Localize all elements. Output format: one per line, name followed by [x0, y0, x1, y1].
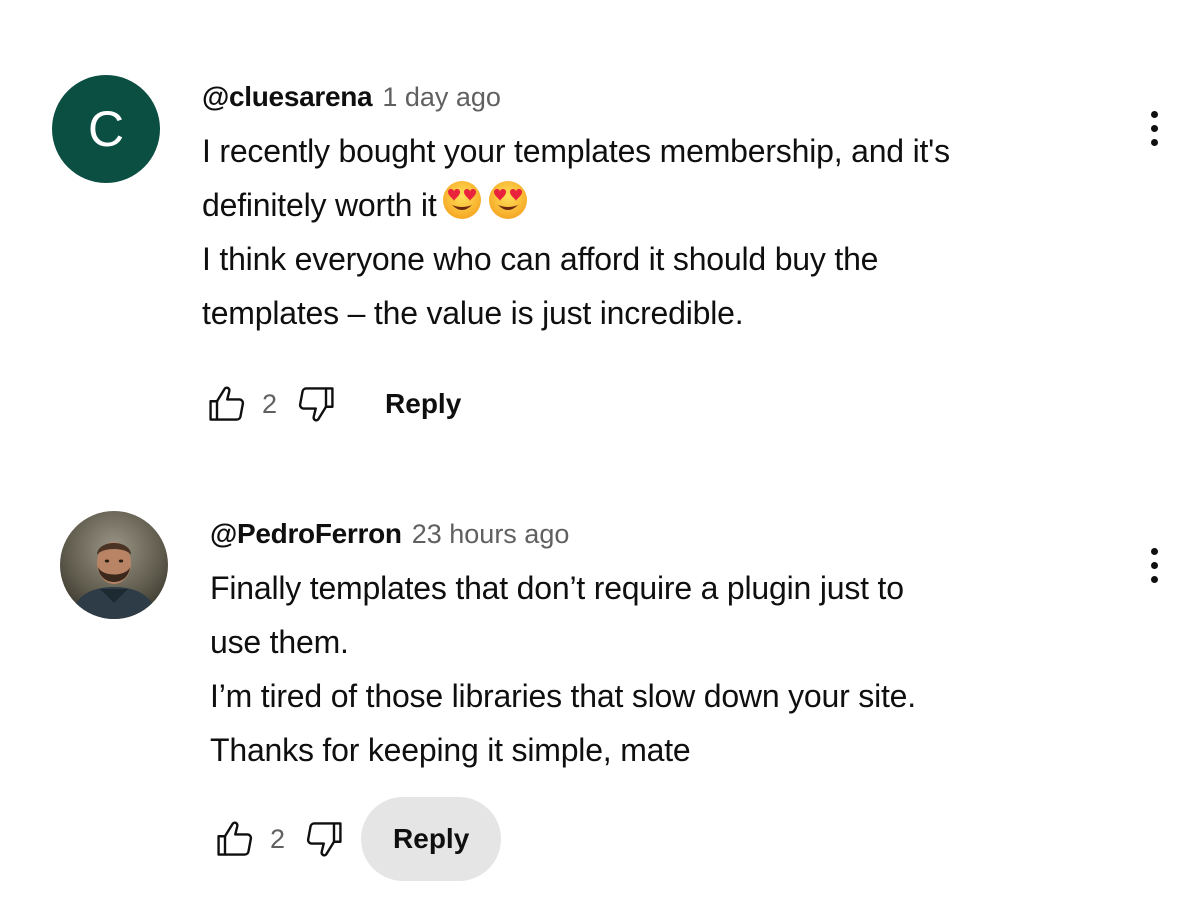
- comment-text-line: Thanks for keeping it simple, mate: [210, 732, 691, 768]
- comment-text-line: I recently bought your templates members…: [202, 133, 950, 169]
- dislike-button[interactable]: [289, 378, 341, 430]
- comment-text: Finally templates that don’t require a p…: [210, 561, 1140, 777]
- thumb-up-outline-icon: [209, 386, 245, 421]
- like-count: 2: [270, 823, 286, 854]
- comment-timestamp[interactable]: 23 hours ago: [412, 519, 570, 550]
- kebab-dot: [1150, 575, 1158, 583]
- dislike-button[interactable]: [297, 813, 349, 865]
- heart-eyes-emoji-icon: [487, 179, 529, 237]
- comment-timestamp[interactable]: 1 day ago: [382, 82, 501, 113]
- more-vert-icon[interactable]: [1139, 98, 1169, 158]
- kebab-dot: [1150, 124, 1158, 132]
- comment-text-fragment: definitely worth it: [202, 187, 437, 223]
- avatar[interactable]: C: [52, 75, 160, 183]
- comment-body: @cluesarena 1 day ago I recently bought …: [202, 70, 1132, 422]
- comment-text-line: I’m tired of those libraries that slow d…: [210, 678, 916, 714]
- avatar-letter: C: [87, 101, 125, 157]
- kebab-dot: [1150, 110, 1158, 118]
- comment-text-line: definitely worth it: [202, 178, 1132, 232]
- author-name[interactable]: @PedroFerron: [210, 518, 402, 550]
- thumb-down-outline-icon: [306, 822, 342, 857]
- comment-body: @PedroFerron 23 hours ago Finally templa…: [210, 507, 1140, 881]
- comment-actions: 2 Reply: [210, 797, 502, 881]
- like-button[interactable]: [202, 378, 254, 430]
- more-vert-icon[interactable]: [1139, 535, 1169, 595]
- reply-button[interactable]: Reply: [361, 797, 502, 881]
- comment-text-line: Finally templates that don’t require a p…: [210, 570, 904, 606]
- author-name[interactable]: @cluesarena: [202, 81, 373, 113]
- comment-text-line: use them.: [210, 624, 349, 660]
- reply-button[interactable]: Reply: [353, 362, 493, 446]
- comment-header: @PedroFerron 23 hours ago: [210, 507, 1140, 561]
- avatar[interactable]: [60, 511, 168, 619]
- thumb-down-outline-icon: [298, 387, 334, 422]
- kebab-dot: [1150, 138, 1158, 146]
- comment-text: I recently bought your templates members…: [202, 124, 1132, 340]
- like-button[interactable]: [210, 813, 262, 865]
- thumb-up-outline-icon: [217, 821, 253, 856]
- user-photo-avatar-icon: [60, 511, 168, 619]
- comment-header: @cluesarena 1 day ago: [202, 70, 1132, 124]
- comment-text-line: templates – the value is just incredible…: [202, 295, 744, 331]
- kebab-dot: [1150, 547, 1158, 555]
- like-count: 2: [262, 388, 278, 419]
- comment-text-line: I think everyone who can afford it shoul…: [202, 241, 879, 277]
- comment-actions: 2 Reply: [202, 362, 493, 446]
- heart-eyes-emoji-icon: [441, 179, 483, 237]
- kebab-dot: [1150, 561, 1158, 569]
